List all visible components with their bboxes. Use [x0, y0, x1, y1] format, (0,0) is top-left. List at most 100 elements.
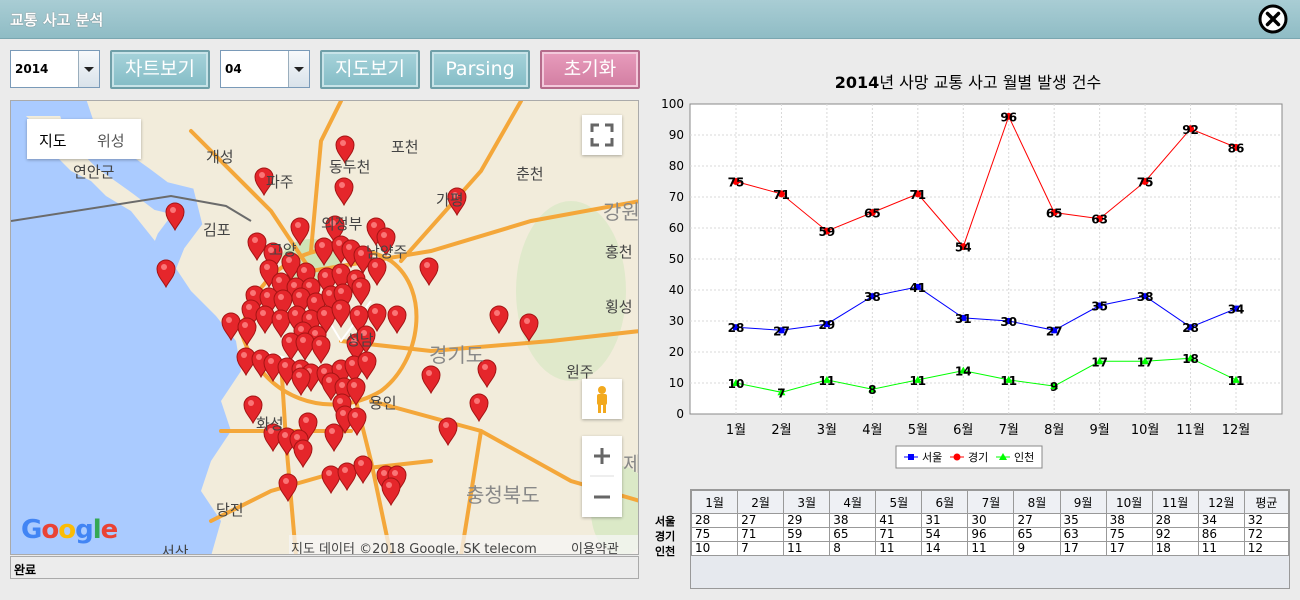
map-place-label: 김포 [203, 221, 231, 239]
x-tick-label: 9월 [1090, 423, 1110, 438]
data-label: 41 [909, 281, 926, 295]
data-label: 59 [819, 225, 836, 239]
table-header-cell: 12월 [1197, 490, 1245, 514]
status-bar: 완료 [10, 556, 639, 579]
y-tick-label: 10 [669, 376, 684, 390]
legend-marker [908, 454, 914, 460]
data-label: 17 [1137, 355, 1154, 369]
data-label: 75 [1137, 176, 1154, 190]
table-cell: 71 [737, 527, 785, 542]
table-cell: 17 [1059, 541, 1107, 556]
map-region-label: 강원 [603, 200, 639, 224]
data-label: 35 [1091, 300, 1108, 314]
data-label: 86 [1228, 141, 1245, 155]
table-cell: 31 [921, 513, 969, 528]
reset-button[interactable]: 초기화 [540, 50, 640, 89]
y-tick-label: 70 [669, 190, 684, 204]
map-view[interactable]: 개성 연안군 파주 포천 동두천 춘천 가평 김포 의정부 고양 남양주 홍천 횡성 성남 용인 원주 화성 당진… [10, 100, 639, 555]
data-label: 28 [728, 321, 745, 335]
data-label: 27 [773, 324, 790, 338]
map-type-satellite[interactable]: 위성 [97, 130, 125, 151]
table-header-cell: 8월 [1013, 490, 1061, 514]
table-cell: 38 [829, 513, 877, 528]
legend-label: 경기 [968, 451, 988, 464]
map-place-label: 화성 [256, 415, 284, 433]
month-select[interactable]: 04 [220, 50, 310, 88]
map-place-label: 남양주 [366, 243, 408, 261]
table-cell: 11 [875, 541, 923, 556]
chevron-down-icon[interactable] [288, 51, 309, 87]
fullscreen-button[interactable] [582, 115, 622, 155]
y-tick-label: 50 [669, 252, 684, 266]
table-row-label: 서울 [655, 515, 676, 528]
map-region-label: 경기도 [429, 343, 485, 367]
map-place-label: 용인 [369, 394, 397, 412]
table-row-label: 인천 [655, 545, 676, 558]
table-header-cell: 4월 [829, 490, 877, 514]
table-cell: 11 [1197, 541, 1245, 556]
y-tick-label: 80 [669, 159, 684, 173]
data-label: 30 [1000, 315, 1017, 329]
table-cell: 28 [1151, 513, 1199, 528]
year-select[interactable]: 2014 [10, 50, 100, 88]
data-label: 18 [1182, 352, 1199, 366]
x-tick-label: 12월 [1222, 423, 1251, 438]
map-place-label: 연안군 [73, 163, 115, 181]
data-label: 27 [1046, 324, 1063, 338]
table-header-cell: 2월 [737, 490, 785, 514]
chart-view-button[interactable]: 차트보기 [110, 50, 210, 89]
x-tick-label: 2월 [771, 423, 791, 438]
table-cell: 14 [921, 541, 969, 556]
map-type-toggle[interactable]: 지도 위성 [27, 119, 141, 159]
chart-title-year: 2014 [835, 73, 880, 92]
legend-marker [953, 453, 961, 461]
map-terms-link[interactable]: 이용약관 [571, 538, 619, 554]
y-tick-label: 30 [669, 314, 684, 328]
table-cell: 10 [690, 541, 739, 556]
table-cell: 59 [783, 527, 831, 542]
line-chart: 2014년 사망 교통 사고 월별 발생 건수 0 10 20 30 40 50 60 70 8… [661, 73, 1283, 469]
x-tick-label: 6월 [953, 423, 973, 438]
data-label: 31 [955, 312, 972, 326]
x-tick-label: 11월 [1176, 423, 1205, 438]
x-tick-label: 8월 [1044, 423, 1064, 438]
table-cell: 11 [783, 541, 831, 556]
map-view-button[interactable]: 지도보기 [320, 50, 420, 89]
table-cell: 65 [829, 527, 877, 542]
data-label: 71 [909, 188, 926, 202]
table-header-cell: 3월 [783, 490, 831, 514]
table-cell: 11 [967, 541, 1015, 556]
parsing-button[interactable]: Parsing [430, 50, 530, 89]
fullscreen-icon [590, 123, 614, 147]
status-text: 완료 [14, 563, 37, 577]
table-cell: 65 [1013, 527, 1061, 542]
x-tick-label: 7월 [999, 423, 1019, 438]
table-row: 75 71 59 65 71 54 96 65 63 75 92 86 72 [690, 527, 1290, 542]
data-label: 63 [1091, 213, 1108, 227]
year-value: 2014 [15, 62, 49, 76]
table-row-label: 경기 [655, 530, 676, 543]
zoom-in-icon[interactable] [594, 448, 610, 464]
data-label: 75 [728, 176, 745, 190]
close-icon[interactable] [1258, 4, 1288, 34]
table-cell: 63 [1059, 527, 1107, 542]
y-tick-label: 20 [669, 345, 684, 359]
data-label: 9 [1050, 380, 1058, 394]
table-cell: 30 [967, 513, 1015, 528]
data-label: 38 [864, 290, 881, 304]
table-cell: 54 [921, 527, 969, 542]
table-cell: 27 [1013, 513, 1061, 528]
chart-panel: 2014년 사망 교통 사고 월별 발생 건수 0 10 20 30 40 50 60 70 8… [648, 64, 1288, 484]
street-view-button[interactable] [582, 379, 622, 419]
zoom-control[interactable] [582, 436, 622, 517]
table-header-cell: 1월 [690, 490, 739, 514]
map-type-map[interactable]: 지도 [39, 130, 67, 151]
data-label: 29 [819, 318, 836, 332]
data-label: 7 [777, 386, 785, 400]
chevron-down-icon[interactable] [78, 51, 99, 87]
table-row: 10 7 11 8 11 14 11 9 17 17 18 11 12 [690, 541, 1290, 556]
x-tick-label: 3월 [817, 423, 837, 438]
table-cell: 38 [1105, 513, 1153, 528]
table-header-cell: 9월 [1059, 490, 1107, 514]
map-place-label: 성남 [346, 331, 374, 349]
